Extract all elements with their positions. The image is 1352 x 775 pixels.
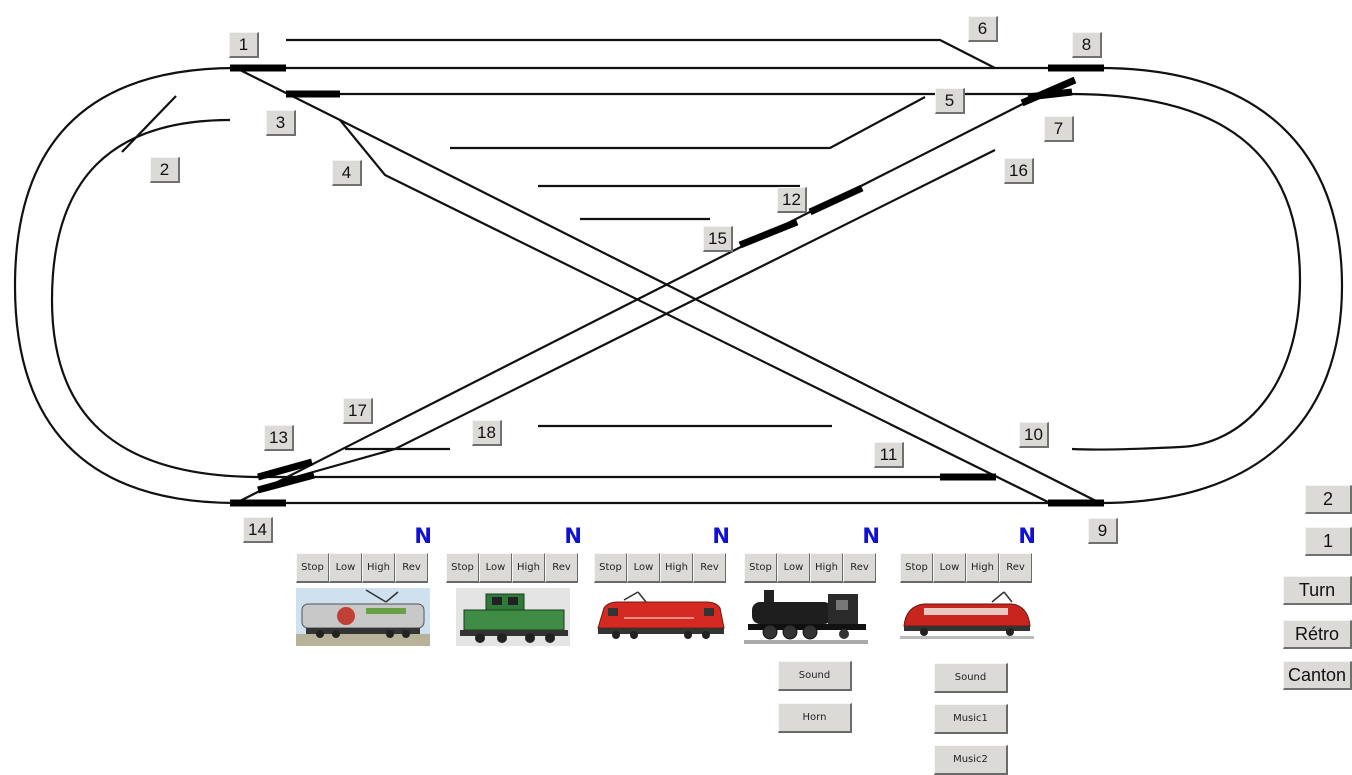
rev-button[interactable]: Rev xyxy=(843,553,876,583)
inner-loop-right xyxy=(1069,92,1302,449)
sound-button[interactable]: Sound xyxy=(778,661,852,691)
switch-button-3[interactable]: 3 xyxy=(266,110,296,136)
high-button[interactable]: High xyxy=(362,553,395,583)
direction-indicator: N xyxy=(712,524,730,548)
switch-button-8[interactable]: 8 xyxy=(1072,32,1102,58)
horn-button[interactable]: Horn xyxy=(778,703,852,733)
switch-button-5[interactable]: 5 xyxy=(935,88,965,114)
switch-button-7[interactable]: 7 xyxy=(1044,116,1074,142)
direction-indicator: N xyxy=(414,524,432,548)
rev-button[interactable]: Rev xyxy=(395,553,428,583)
low-button[interactable]: Low xyxy=(627,553,660,583)
rev-button[interactable]: Rev xyxy=(693,553,726,583)
diagonal-14-7 xyxy=(235,79,1071,504)
high-button[interactable]: High xyxy=(810,553,843,583)
side-button-1[interactable]: 1 xyxy=(1305,527,1352,556)
siding-6 xyxy=(286,38,996,69)
speed-controls: Stop Low High Rev xyxy=(594,553,726,583)
switch-button-4[interactable]: 4 xyxy=(332,160,362,186)
retro-button[interactable]: Rétro xyxy=(1283,620,1352,649)
switch-button-1[interactable]: 1 xyxy=(229,32,259,58)
low-button[interactable]: Low xyxy=(329,553,362,583)
loco-panel-4: N Stop Low High Rev Sound Horn xyxy=(744,524,880,733)
stop-button[interactable]: Stop xyxy=(446,553,479,583)
side-button-2[interactable]: 2 xyxy=(1305,485,1352,514)
switch-blade-12 xyxy=(808,184,864,216)
music2-button[interactable]: Music2 xyxy=(934,745,1008,775)
stop-button[interactable]: Stop xyxy=(900,553,933,583)
stop-button[interactable]: Stop xyxy=(296,553,329,583)
locomotive-black-steam-icon xyxy=(744,590,868,644)
switch-button-11[interactable]: 11 xyxy=(874,442,904,468)
switch-button-13[interactable]: 13 xyxy=(264,425,294,451)
switch-button-15[interactable]: 15 xyxy=(703,226,733,252)
loco-panel-1: N Stop Low High Rev xyxy=(296,524,432,646)
switch-button-12[interactable]: 12 xyxy=(777,187,807,213)
high-button[interactable]: High xyxy=(966,553,999,583)
switch-button-16[interactable]: 16 xyxy=(1004,158,1034,184)
switch-button-2[interactable]: 2 xyxy=(150,157,180,183)
siding-10 xyxy=(1071,445,1181,451)
turn-button[interactable]: Turn xyxy=(1283,576,1352,605)
switch-button-17[interactable]: 17 xyxy=(343,398,373,424)
locomotive-green-diesel-icon xyxy=(456,588,570,646)
rev-button[interactable]: Rev xyxy=(545,553,578,583)
loco-panel-5: N Stop Low High Rev Sound Music1 Music2 xyxy=(900,524,1036,775)
diagonal-13-16 xyxy=(259,149,996,489)
sound-button[interactable]: Sound xyxy=(934,663,1008,693)
switch-button-9[interactable]: 9 xyxy=(1088,518,1118,544)
outer-loop-left xyxy=(13,66,237,505)
locomotive-silver-electric-icon xyxy=(296,588,430,646)
locomotive-red-electric-icon xyxy=(597,591,725,639)
low-button[interactable]: Low xyxy=(479,553,512,583)
switch-button-6[interactable]: 6 xyxy=(968,16,998,42)
low-button[interactable]: Low xyxy=(777,553,810,583)
diagonal-4 xyxy=(339,119,1051,504)
rev-button[interactable]: Rev xyxy=(999,553,1032,583)
canton-button[interactable]: Canton xyxy=(1283,661,1352,690)
high-button[interactable]: High xyxy=(512,553,545,583)
switch-button-10[interactable]: 10 xyxy=(1019,422,1049,448)
speed-controls: Stop Low High Rev xyxy=(744,553,876,583)
speed-controls: Stop Low High Rev xyxy=(446,553,578,583)
switch-blade-7b xyxy=(1027,88,1073,101)
speed-controls: Stop Low High Rev xyxy=(900,553,1032,583)
switch-blade-15 xyxy=(738,218,799,249)
direction-indicator: N xyxy=(564,524,582,548)
direction-indicator: N xyxy=(862,524,880,548)
loco-panel-3: N Stop Low High Rev xyxy=(594,524,730,639)
speed-controls: Stop Low High Rev xyxy=(296,553,428,583)
music1-button[interactable]: Music1 xyxy=(934,704,1008,734)
direction-indicator: N xyxy=(1018,524,1036,548)
railcar-red-icon xyxy=(900,591,1034,639)
low-button[interactable]: Low xyxy=(933,553,966,583)
switch-button-18[interactable]: 18 xyxy=(472,420,502,446)
stop-button[interactable]: Stop xyxy=(594,553,627,583)
siding-2 xyxy=(121,95,177,153)
high-button[interactable]: High xyxy=(660,553,693,583)
loco-panel-2: N Stop Low High Rev xyxy=(446,524,582,646)
track-layout xyxy=(13,38,1344,507)
switch-button-14[interactable]: 14 xyxy=(243,517,273,543)
stop-button[interactable]: Stop xyxy=(744,553,777,583)
siding-5 xyxy=(450,96,926,150)
